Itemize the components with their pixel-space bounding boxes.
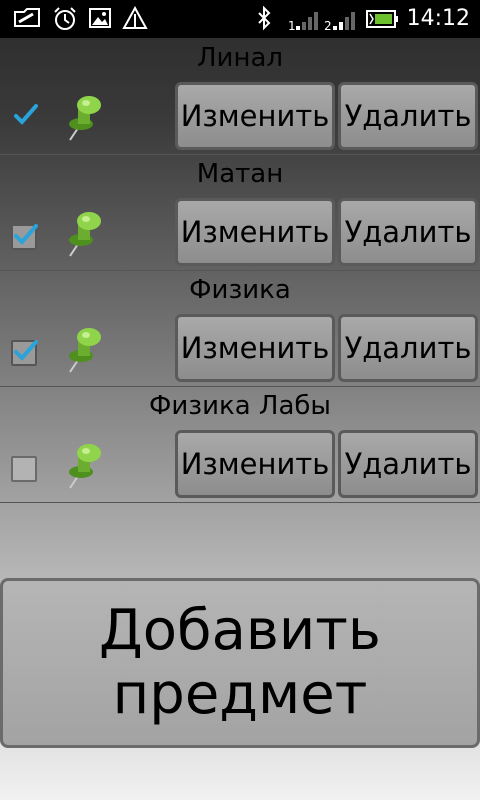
subject-title: Физика [189,275,291,305]
delete-button[interactable]: Удалить [338,430,478,498]
signal-1-icon: 1 [288,6,324,36]
status-time: 14:12 [406,6,470,31]
delete-button[interactable]: Удалить [338,314,478,382]
usb-debugging-icon [12,6,42,36]
svg-text:1: 1 [288,19,296,32]
gallery-icon [88,6,112,34]
subject-title: Линал [197,43,283,73]
delete-button[interactable]: Удалить [338,198,478,266]
edit-button[interactable]: Изменить [175,430,335,498]
add-subject-label-line2: предмет [112,662,368,727]
subject-row: Физика Изменить Удалить [0,270,480,387]
pushpin-icon [64,210,104,262]
edit-button[interactable]: Изменить [175,314,335,382]
bluetooth-icon [256,5,272,36]
subject-checkbox[interactable] [11,104,38,130]
subject-row: Линал Изменить Удалить [0,38,480,155]
checkmark-icon [14,224,38,245]
subject-checkbox[interactable] [11,340,38,366]
battery-icon [366,6,400,36]
subject-title: Физика Лабы [149,391,331,421]
subject-checkbox[interactable] [11,456,37,482]
pushpin-icon [64,94,104,146]
signal-triangle-icon [122,5,148,36]
delete-button[interactable]: Удалить [338,82,478,150]
status-bar: 1 2 14:12 [0,0,480,38]
add-subject-button[interactable]: Добавить предмет [0,578,480,748]
checkmark-icon [14,340,38,361]
subject-row: Матан Изменить Удалить [0,154,480,271]
subject-row: Физика Лабы Изменить Удалить [0,386,480,503]
subject-checkbox[interactable] [11,224,38,250]
signal-2-icon: 2 [324,6,362,36]
pushpin-icon [64,442,104,494]
add-subject-label-line1: Добавить [99,598,381,663]
edit-button[interactable]: Изменить [175,198,335,266]
checkmark-icon [14,104,38,125]
pushpin-icon [64,326,104,378]
alarm-icon [52,6,78,36]
edit-button[interactable]: Изменить [175,82,335,150]
svg-text:2: 2 [324,19,332,32]
subject-title: Матан [196,159,284,189]
